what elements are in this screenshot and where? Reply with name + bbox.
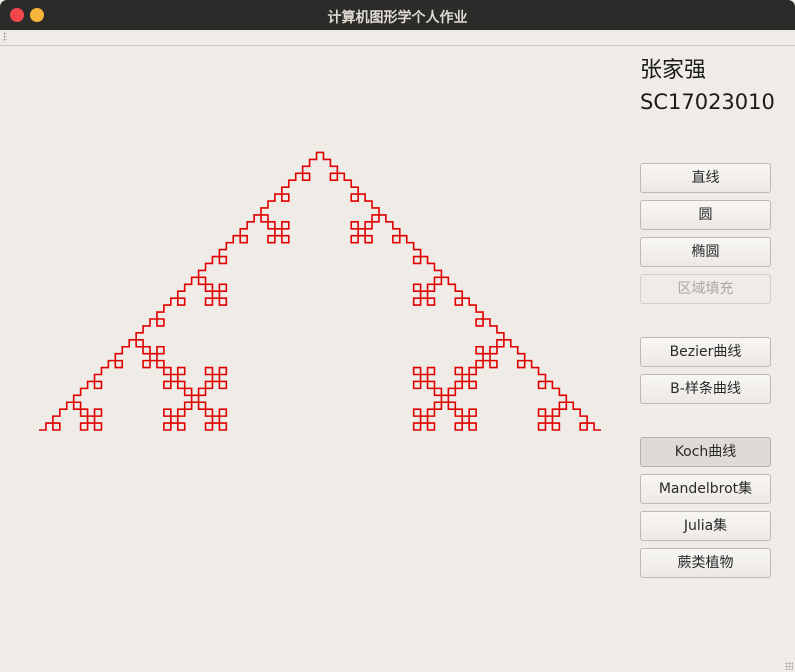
ellipse-button[interactable]: 椭圆 (640, 237, 771, 267)
fern-plant-button[interactable]: 蕨类植物 (640, 548, 771, 578)
toolbar (0, 30, 795, 46)
mandelbrot-set-button[interactable]: Mandelbrot集 (640, 474, 771, 504)
bezier-curve-button[interactable]: Bezier曲线 (640, 337, 771, 367)
student-id: SC17023010 (640, 90, 775, 114)
author-name: 张家强 (640, 58, 707, 83)
toolbar-grip-icon[interactable] (3, 32, 7, 42)
window-title: 计算机图形学个人作业 (327, 10, 468, 26)
region-fill-button[interactable]: 区域填充 (640, 274, 771, 304)
circle-button[interactable]: 圆 (640, 200, 771, 230)
koch-curve-button[interactable]: Koch曲线 (640, 437, 771, 467)
title-bar[interactable]: 计算机图形学个人作业 (0, 0, 795, 30)
b-spline-curve-button[interactable]: B-样条曲线 (640, 374, 771, 404)
julia-set-button[interactable]: Julia集 (640, 511, 771, 541)
koch-curve (39, 151, 601, 431)
drawing-canvas (39, 151, 601, 431)
resize-grip-icon[interactable] (785, 662, 793, 670)
line-button[interactable]: 直线 (640, 163, 771, 193)
